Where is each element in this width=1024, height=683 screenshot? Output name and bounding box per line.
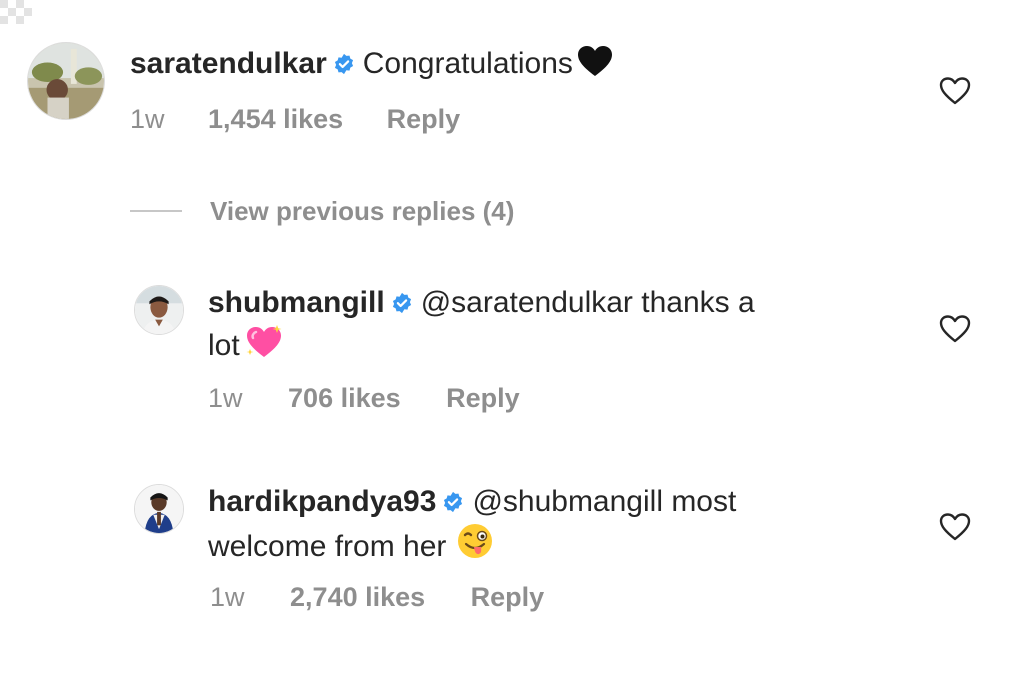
username[interactable]: saratendulkar: [130, 47, 327, 80]
sparkling-heart-icon: [244, 323, 284, 359]
comment-body-line-1: hardikpandya93 @shubmangill most: [208, 482, 736, 522]
comment-text: Congratulations: [362, 47, 573, 80]
comment-time: 1w: [130, 104, 165, 134]
comment-time: 1w: [210, 582, 245, 612]
avatar-saratendulkar[interactable]: [27, 42, 105, 120]
comment-meta: 1w 706 likes Reply: [208, 383, 520, 414]
like-heart-icon[interactable]: [938, 510, 972, 544]
avatar-shubmangill[interactable]: [134, 285, 184, 335]
comment-body-line-1: shubmangill @saratendulkar thanks a: [208, 283, 755, 323]
username[interactable]: hardikpandya93: [208, 485, 436, 518]
comment-meta: 1w 2,740 likes Reply: [210, 582, 544, 613]
comment-body-line: saratendulkar Congratulations: [130, 44, 613, 84]
comment-text-continued: welcome from her: [208, 530, 447, 563]
image-corner-artifact: [0, 0, 40, 24]
likes-count[interactable]: 706 likes: [288, 383, 401, 414]
black-heart-icon: [577, 45, 613, 77]
reply-button[interactable]: Reply: [446, 383, 520, 414]
like-heart-icon[interactable]: [938, 312, 972, 346]
verified-badge-icon: [333, 53, 355, 75]
winking-face-with-tongue-icon: [456, 522, 494, 560]
comment-meta: 1w 1,454 likes Reply: [130, 104, 460, 135]
comment-text-continued: lot: [208, 329, 240, 362]
username[interactable]: shubmangill: [208, 286, 385, 319]
likes-count[interactable]: 2,740 likes: [290, 582, 425, 613]
view-previous-replies[interactable]: View previous replies (4): [130, 192, 514, 230]
reply-button[interactable]: Reply: [471, 582, 545, 613]
comment-text: @saratendulkar thanks a: [420, 286, 755, 319]
avatar-hardikpandya93[interactable]: [134, 484, 184, 534]
verified-badge-icon: [442, 491, 464, 513]
comment-body-line-2: welcome from her: [208, 522, 494, 567]
comment-body-line-2: lot: [208, 323, 284, 366]
divider-line: [130, 210, 182, 212]
view-replies-label[interactable]: View previous replies (4): [210, 196, 514, 227]
reply-button[interactable]: Reply: [387, 104, 461, 135]
verified-badge-icon: [391, 292, 413, 314]
comment-time: 1w: [208, 383, 243, 413]
likes-count[interactable]: 1,454 likes: [208, 104, 343, 135]
like-heart-icon[interactable]: [938, 74, 972, 108]
comment-text: @shubmangill most: [472, 485, 737, 518]
